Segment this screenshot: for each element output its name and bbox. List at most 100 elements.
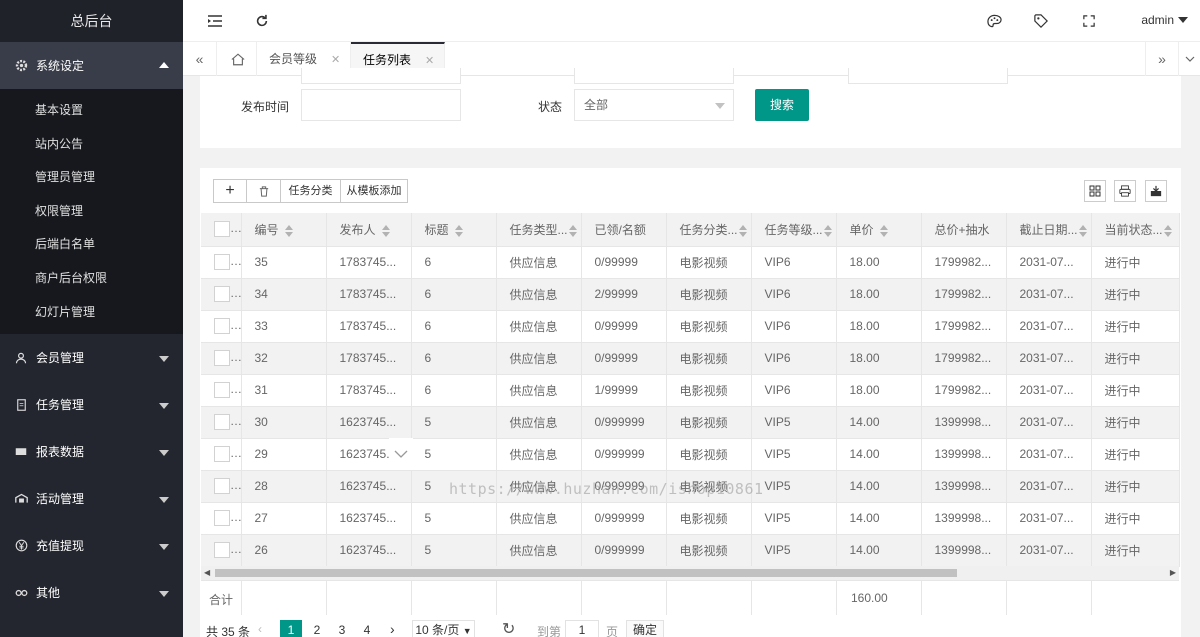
add-from-template-button[interactable]: 从模板添加 [340,179,408,203]
col-task-category-header[interactable]: 任务分类... [666,213,752,247]
prev-page-icon[interactable]: ‹ [258,622,262,636]
refresh-page-icon[interactable]: ↻ [502,619,515,637]
horizontal-scrollbar[interactable]: ◀ ▶ [201,566,1179,580]
col-task-level-header[interactable]: 任务等级... [751,213,837,247]
sidebar-group-members[interactable]: 会员管理 [0,334,183,381]
table-row[interactable]: 34 1783745... 6 供应信息 2/99999 电影视频 VIP6 18.00 179… [201,278,1180,311]
tabs-scroll-left-icon[interactable]: « [183,42,217,76]
goto-confirm-button[interactable]: 确定 [626,620,664,637]
table-row[interactable]: 33 1783745... 6 供应信息 0/99999 电影视频 VIP6 18.00 179… [201,310,1180,343]
sidebar-item-slides[interactable]: 幻灯片管理 [0,296,183,330]
row-checkbox[interactable] [201,374,242,407]
tabs-scroll-right-icon[interactable]: » [1145,42,1179,76]
status-select[interactable]: 全部 [574,89,734,121]
col-id-header[interactable]: 编号 [241,213,327,247]
sort-icon[interactable] [879,224,888,237]
page-2[interactable]: 2 [306,620,328,637]
sort-icon[interactable] [823,224,832,237]
col-deadline-header[interactable]: 截止日期... [1006,213,1092,247]
search-button[interactable]: 搜索 [755,89,809,121]
partial-input-3[interactable] [848,68,1008,84]
admin-user-menu[interactable]: admin [1141,13,1188,27]
page-size-select[interactable]: 10 条/页 ▼ [412,620,475,637]
cell-claimed: 0/999999 [581,502,667,535]
columns-filter-icon[interactable] [1084,180,1106,202]
col-status-header[interactable]: 当前状态... [1091,213,1180,247]
table-row[interactable]: 30 1623745... 5 供应信息 0/999999 电影视频 VIP5 14.00 13… [201,406,1180,439]
partial-input-2[interactable] [574,68,734,84]
row-checkbox[interactable] [201,470,242,503]
home-tab-icon[interactable] [219,42,257,76]
sidebar-item-permissions[interactable]: 权限管理 [0,195,183,229]
page-1[interactable]: 1 [280,620,302,637]
sidebar-group-reports[interactable]: 报表数据 [0,428,183,475]
scroll-left-icon[interactable]: ◀ [204,568,210,577]
sidebar-item-merchant-permissions[interactable]: 商户后台权限 [0,262,183,296]
col-deadline-label: 截止日期... [1019,222,1078,237]
row-checkbox[interactable] [201,342,242,375]
table-row[interactable]: 29 1623745... 5 供应信息 0/999999 电影视频 VIP5 14.00 13… [201,438,1180,471]
table-row[interactable]: 35 1783745... 6 供应信息 0/99999 电影视频 VIP6 18.00 179… [201,246,1180,279]
partial-input-1[interactable] [301,68,461,84]
row-checkbox[interactable] [201,438,242,471]
publish-time-input[interactable] [301,89,461,121]
table-row[interactable]: 31 1783745... 6 供应信息 1/99999 电影视频 VIP6 18.00 179… [201,374,1180,407]
sort-icon[interactable] [381,224,390,237]
table-row[interactable]: 27 1623745... 5 供应信息 0/999999 电影视频 VIP5 14.00 13… [201,502,1180,535]
sidebar-group-recharge[interactable]: 充值提现 [0,522,183,569]
sidebar-group-activities[interactable]: 活动管理 [0,475,183,522]
cell-claimed: 2/99999 [581,278,667,311]
col-price-header[interactable]: 单价 [836,213,922,247]
sort-icon[interactable] [738,224,747,237]
refresh-icon[interactable] [254,13,270,29]
export-icon[interactable] [1145,180,1167,202]
chevron-down-icon[interactable] [389,438,413,470]
table-row[interactable]: 32 1783745... 6 供应信息 0/99999 电影视频 VIP6 18.00 179… [201,342,1180,375]
row-checkbox[interactable] [201,502,242,535]
add-button[interactable]: + [213,179,247,203]
close-icon[interactable]: ✕ [425,55,434,67]
row-checkbox[interactable] [201,278,242,311]
tag-icon[interactable] [1033,13,1049,29]
select-all-checkbox[interactable] [201,213,242,247]
col-title-header[interactable]: 标题 [411,213,497,247]
sidebar-item-whitelist[interactable]: 后端白名单 [0,228,183,262]
col-task-type-header[interactable]: 任务类型... [496,213,582,247]
row-checkbox[interactable] [201,246,242,279]
row-checkbox[interactable] [201,534,242,567]
theme-icon[interactable] [986,13,1002,29]
fullscreen-icon[interactable] [1081,13,1097,29]
cell-total: 1399998... [921,470,1007,503]
page-3[interactable]: 3 [331,620,353,637]
scrollbar-thumb[interactable] [215,569,957,577]
sort-icon[interactable] [1078,224,1087,237]
close-icon[interactable]: ✕ [331,54,340,66]
search-panel: 发布时间 状态 全部 搜索 [200,68,1181,148]
goto-page-input[interactable]: 1 [565,620,599,637]
row-checkbox[interactable] [201,406,242,439]
sort-icon[interactable] [284,224,293,237]
print-icon[interactable] [1114,180,1136,202]
task-category-button[interactable]: 任务分类 [280,179,341,203]
scroll-right-icon[interactable]: ▶ [1170,568,1176,577]
cell-status: 进行中 [1091,406,1180,439]
col-publisher-header[interactable]: 发布人 [326,213,412,247]
page-4[interactable]: 4 [356,620,378,637]
sort-icon[interactable] [1163,224,1172,237]
sidebar-item-announcements[interactable]: 站内公告 [0,128,183,162]
sort-icon[interactable] [568,224,577,237]
caret-down-icon [159,402,169,409]
next-page-icon[interactable]: › [390,621,395,637]
table-row[interactable]: 26 1623745... 5 供应信息 0/999999 电影视频 VIP5 14.00 13… [201,534,1180,567]
cell-task-category: 电影视频 [666,534,752,567]
menu-collapse-icon[interactable] [207,13,223,29]
sidebar-item-basic-settings[interactable]: 基本设置 [0,94,183,128]
row-checkbox[interactable] [201,310,242,343]
sidebar-group-other[interactable]: 其他 [0,569,183,616]
sidebar-group-tasks[interactable]: 任务管理 [0,381,183,428]
sidebar-item-admins[interactable]: 管理员管理 [0,161,183,195]
delete-button[interactable] [246,179,281,203]
sidebar-group-system[interactable]: 系统设定 [0,42,183,89]
tabs-menu-icon[interactable] [1179,42,1200,76]
sort-icon[interactable] [454,224,463,237]
